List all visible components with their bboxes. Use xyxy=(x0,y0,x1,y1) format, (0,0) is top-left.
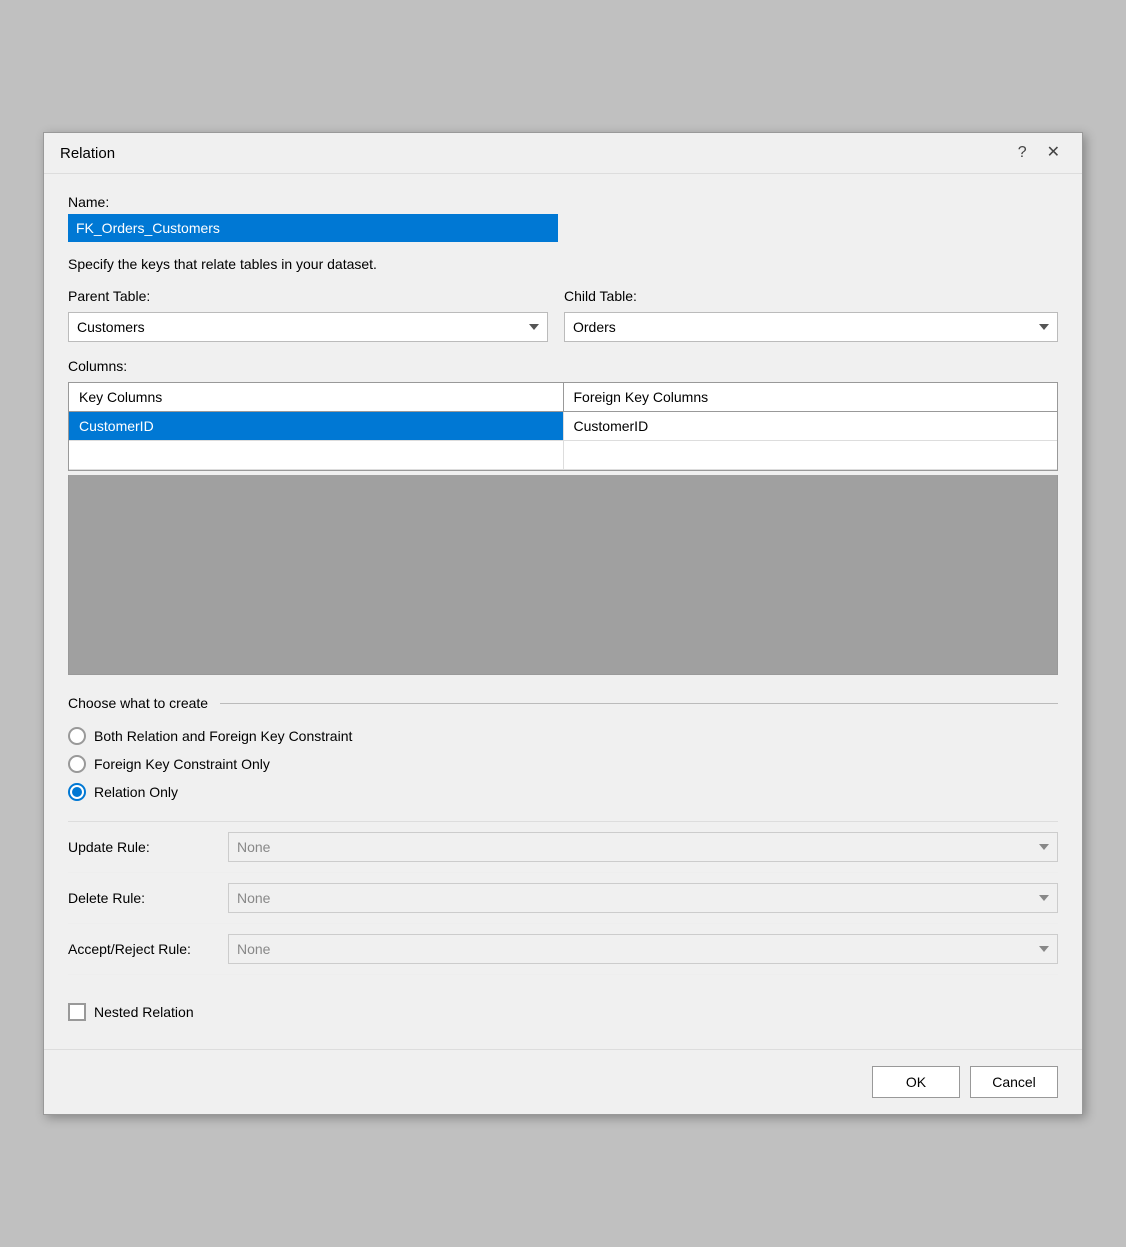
radio-label-both: Both Relation and Foreign Key Constraint xyxy=(94,728,352,744)
table-row[interactable]: CustomerID CustomerID xyxy=(69,412,1057,441)
parent-table-label: Parent Table: xyxy=(68,288,548,304)
relation-dialog: Relation ? ✕ Name: FK_Orders_Customers S… xyxy=(43,132,1083,1115)
dialog-title: Relation xyxy=(60,145,115,162)
columns-section: Columns: Key Columns Foreign Key Columns… xyxy=(68,358,1058,675)
close-button[interactable]: ✕ xyxy=(1041,143,1066,163)
delete-rule-label: Delete Rule: xyxy=(68,890,228,906)
child-table-label: Child Table: xyxy=(564,288,1058,304)
radio-both[interactable]: Both Relation and Foreign Key Constraint xyxy=(68,727,1058,745)
fk-cell-1 xyxy=(564,441,1058,469)
child-table-group: Child Table: Orders xyxy=(564,288,1058,342)
radio-circle-fk-only xyxy=(68,755,86,773)
delete-rule-select[interactable]: None xyxy=(228,883,1058,913)
dialog-footer: OK Cancel xyxy=(44,1049,1082,1114)
parent-table-group: Parent Table: Customers xyxy=(68,288,548,342)
key-columns-header: Key Columns xyxy=(69,383,564,411)
radio-circle-relation-only xyxy=(68,783,86,801)
nested-relation-checkbox[interactable] xyxy=(68,1003,86,1021)
name-value-display[interactable]: FK_Orders_Customers xyxy=(68,214,558,242)
rule-rows: Update Rule: None Delete Rule: None Acce… xyxy=(68,821,1058,975)
description-text: Specify the keys that relate tables in y… xyxy=(68,256,1058,272)
columns-table: Key Columns Foreign Key Columns Customer… xyxy=(68,382,1058,471)
gray-area xyxy=(68,475,1058,675)
key-cell-1 xyxy=(69,441,564,469)
name-label: Name: xyxy=(68,194,1058,210)
fk-columns-header: Foreign Key Columns xyxy=(564,383,1058,411)
child-table-select[interactable]: Orders xyxy=(564,312,1058,342)
help-button[interactable]: ? xyxy=(1012,143,1033,163)
name-section: Name: FK_Orders_Customers xyxy=(68,194,1058,242)
columns-label: Columns: xyxy=(68,358,1058,374)
radio-circle-both xyxy=(68,727,86,745)
radio-group: Both Relation and Foreign Key Constraint… xyxy=(68,727,1058,801)
tables-row: Parent Table: Customers Child Table: Ord… xyxy=(68,288,1058,342)
radio-label-relation-only: Relation Only xyxy=(94,784,178,800)
accept-reject-rule-label: Accept/Reject Rule: xyxy=(68,941,228,957)
nested-relation-row[interactable]: Nested Relation xyxy=(68,995,1058,1029)
radio-label-fk-only: Foreign Key Constraint Only xyxy=(94,756,270,772)
title-bar-left: Relation xyxy=(60,145,115,162)
columns-header: Key Columns Foreign Key Columns xyxy=(69,383,1057,412)
table-row[interactable] xyxy=(69,441,1057,470)
title-bar: Relation ? ✕ xyxy=(44,133,1082,174)
title-bar-right: ? ✕ xyxy=(1012,143,1066,163)
radio-relation-only[interactable]: Relation Only xyxy=(68,783,1058,801)
parent-table-select[interactable]: Customers xyxy=(68,312,548,342)
choose-label: Choose what to create xyxy=(68,695,208,711)
update-rule-label: Update Rule: xyxy=(68,839,228,855)
update-rule-row: Update Rule: None xyxy=(68,822,1058,873)
columns-body: CustomerID CustomerID xyxy=(69,412,1057,470)
cancel-button[interactable]: Cancel xyxy=(970,1066,1058,1098)
radio-fk-only[interactable]: Foreign Key Constraint Only xyxy=(68,755,1058,773)
ok-button[interactable]: OK xyxy=(872,1066,960,1098)
update-rule-select[interactable]: None xyxy=(228,832,1058,862)
divider-line xyxy=(220,703,1058,704)
dialog-body: Name: FK_Orders_Customers Specify the ke… xyxy=(44,174,1082,1049)
fk-cell-0: CustomerID xyxy=(564,412,1058,440)
choose-section-header: Choose what to create xyxy=(68,695,1058,711)
key-cell-0: CustomerID xyxy=(69,412,564,440)
accept-reject-rule-row: Accept/Reject Rule: None xyxy=(68,924,1058,975)
delete-rule-row: Delete Rule: None xyxy=(68,873,1058,924)
accept-reject-rule-select[interactable]: None xyxy=(228,934,1058,964)
nested-relation-label: Nested Relation xyxy=(94,1004,194,1020)
